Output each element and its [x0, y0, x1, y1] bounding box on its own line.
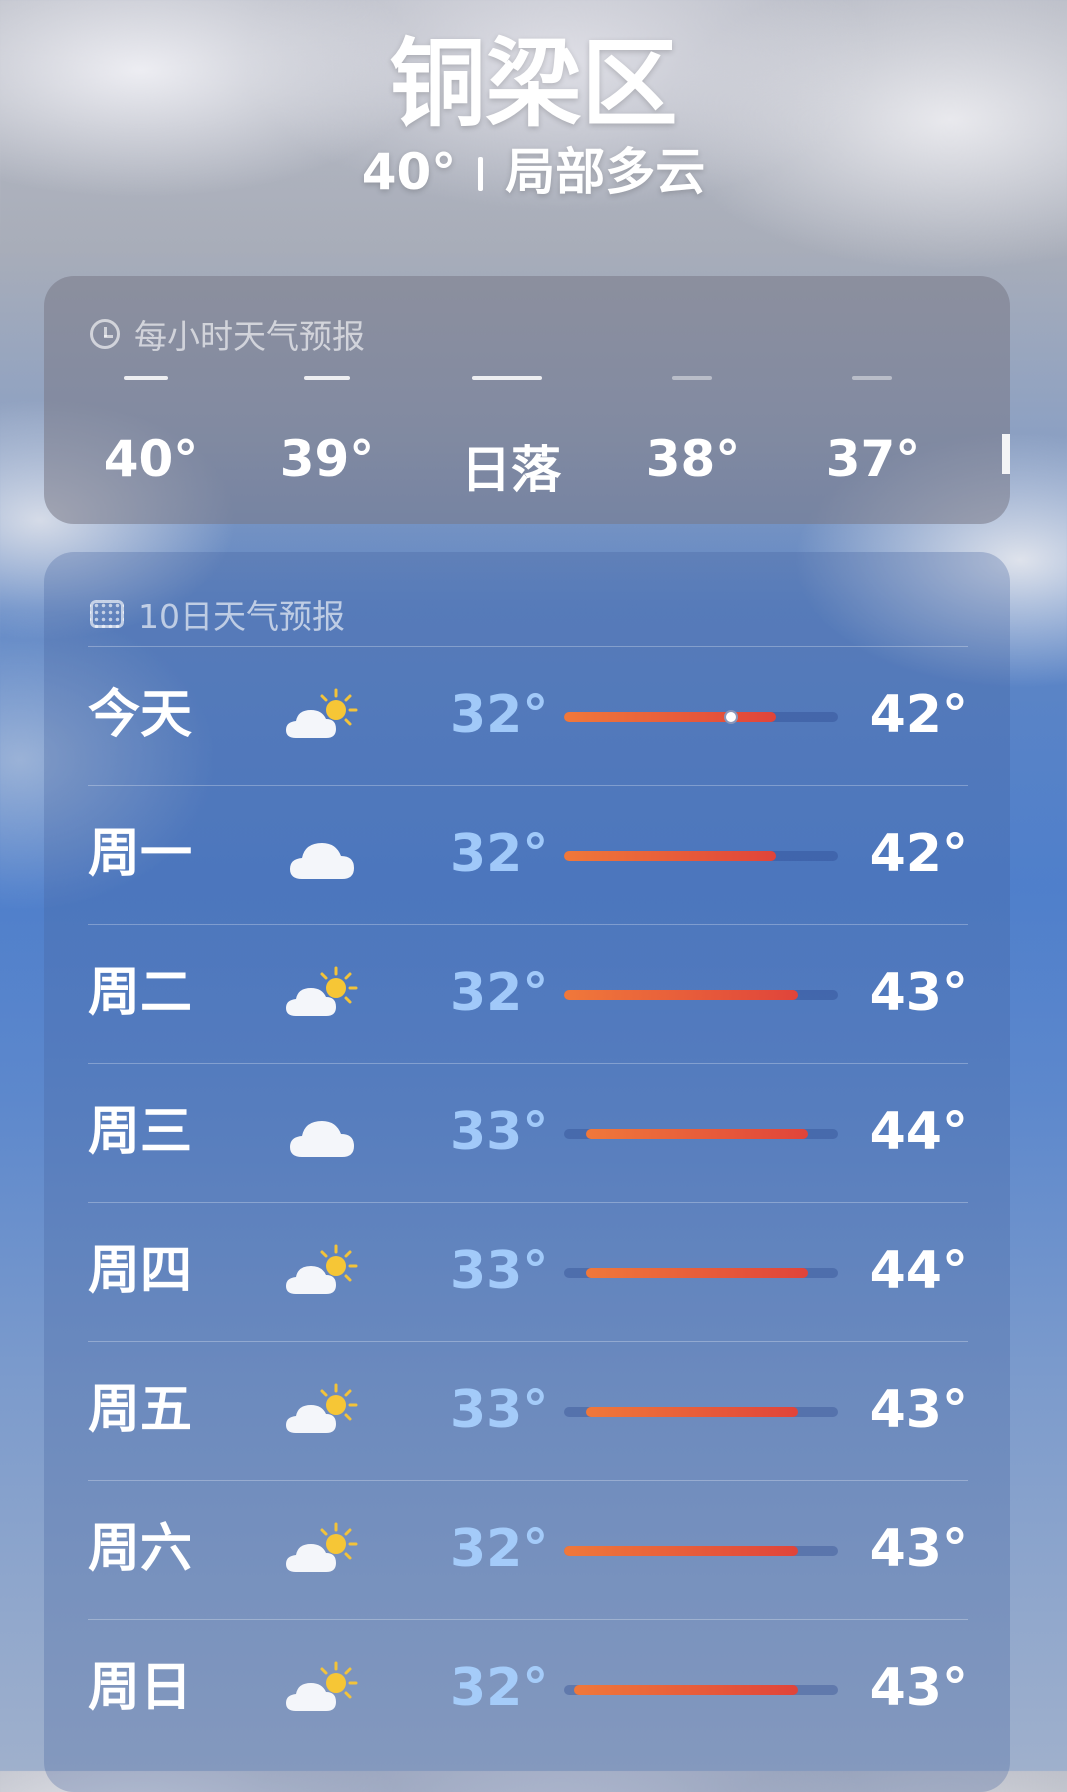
current-condition: 局部多云 — [505, 143, 706, 201]
row-divider — [88, 1341, 968, 1342]
high-temperature: 43° — [869, 1519, 968, 1579]
current-temperature-marker — [724, 710, 738, 724]
low-temperature: 32° — [450, 1519, 549, 1579]
day-row[interactable]: 周六 32° 43° — [88, 1480, 968, 1620]
partly-cloudy-icon — [284, 1242, 364, 1302]
hour-icon-partial — [304, 376, 350, 380]
hour-item-partial — [1002, 434, 1010, 474]
day-name: 周四 — [88, 1241, 193, 1301]
hour-icon-partial — [852, 376, 892, 380]
day-row[interactable]: 周四 33° 44° — [88, 1202, 968, 1342]
low-temperature: 33° — [450, 1241, 549, 1301]
day-name: 周一 — [88, 824, 193, 884]
row-divider — [88, 1063, 968, 1064]
temperature-range-bar — [564, 710, 838, 724]
high-temperature: 44° — [869, 1241, 968, 1301]
ten-day-forecast-header: 10日天气预报 — [90, 590, 345, 638]
low-temperature: 33° — [450, 1380, 549, 1440]
hourly-forecast-title: 每小时天气预报 — [134, 317, 365, 356]
temperature-range-fill — [586, 1268, 808, 1278]
day-name: 周二 — [88, 963, 193, 1023]
row-divider — [88, 785, 968, 786]
partly-cloudy-icon — [284, 1381, 364, 1441]
cloud-icon — [284, 825, 364, 885]
hour-label: 日落 — [461, 441, 561, 499]
row-divider — [88, 1619, 968, 1620]
hourly-forecast-card[interactable]: 每小时天气预报 40° 39° 日落 38° 37° — [44, 276, 1010, 524]
high-temperature: 43° — [869, 1658, 968, 1718]
hour-label: 37° — [825, 430, 921, 488]
temperature-range-bar — [564, 1407, 838, 1417]
clock-icon — [90, 319, 120, 349]
temperature-range-bar — [564, 1685, 838, 1695]
day-name: 周六 — [88, 1519, 193, 1579]
low-temperature: 32° — [450, 824, 549, 884]
high-temperature: 42° — [869, 685, 968, 745]
high-temperature: 44° — [869, 1102, 968, 1162]
low-temperature: 32° — [450, 963, 549, 1023]
day-row[interactable]: 周一 32° 42° — [88, 785, 968, 925]
hour-icon-partial — [672, 376, 712, 380]
partly-cloudy-icon — [284, 964, 364, 1024]
ten-day-forecast-title: 10日天气预报 — [138, 597, 345, 636]
temperature-range-fill — [564, 712, 776, 722]
location-header: 铜梁区 40° 局部多云 — [0, 28, 1067, 202]
temperature-range-fill — [586, 1129, 808, 1139]
row-divider — [88, 1480, 968, 1481]
hourly-forecast-header: 每小时天气预报 — [90, 310, 365, 358]
current-summary: 40° 局部多云 — [0, 142, 1067, 202]
temperature-range-fill — [586, 1407, 798, 1417]
high-temperature: 43° — [869, 1380, 968, 1440]
hour-label: 40° — [103, 430, 199, 488]
day-row[interactable]: 周日 32° 43° — [88, 1619, 968, 1759]
temperature-range-fill — [564, 851, 776, 861]
partly-cloudy-icon — [284, 1659, 364, 1719]
temperature-range-bar — [564, 990, 838, 1000]
separator — [478, 157, 484, 191]
city-name: 铜梁区 — [389, 28, 678, 140]
day-row[interactable]: 今天 32° 42° — [88, 646, 968, 786]
high-temperature: 43° — [869, 963, 968, 1023]
hour-label: 38° — [645, 430, 741, 488]
temperature-range-fill — [564, 990, 798, 1000]
row-divider — [88, 924, 968, 925]
row-divider — [88, 646, 968, 647]
temperature-range-bar — [564, 1268, 838, 1278]
hour-label: 39° — [279, 430, 375, 488]
day-name: 周五 — [88, 1380, 193, 1440]
day-name: 周三 — [88, 1102, 193, 1162]
day-name: 周日 — [88, 1658, 193, 1718]
low-temperature: 33° — [450, 1102, 549, 1162]
temperature-range-bar — [564, 1129, 838, 1139]
day-name: 今天 — [88, 685, 193, 745]
low-temperature: 32° — [450, 685, 549, 745]
temperature-range-fill — [574, 1685, 798, 1695]
temperature-range-fill — [564, 1546, 798, 1556]
row-divider — [88, 1202, 968, 1203]
temperature-range-bar — [564, 851, 838, 861]
hour-icon-partial — [472, 376, 542, 380]
current-temperature: 40° — [361, 143, 457, 201]
cloud-icon — [284, 1103, 364, 1163]
low-temperature: 32° — [450, 1658, 549, 1718]
partly-cloudy-icon — [284, 686, 364, 746]
ten-day-forecast-card[interactable]: 10日天气预报 今天 32° 42° 周一 32° 42° 周二 32° 43° 周三 33° 44°… — [44, 552, 1010, 1792]
day-row[interactable]: 周五 33° 43° — [88, 1341, 968, 1481]
temperature-range-bar — [564, 1546, 838, 1556]
day-row[interactable]: 周二 32° 43° — [88, 924, 968, 1064]
calendar-icon — [90, 600, 124, 628]
high-temperature: 42° — [869, 824, 968, 884]
partly-cloudy-icon — [284, 1520, 364, 1580]
day-row[interactable]: 周三 33° 44° — [88, 1063, 968, 1203]
hour-icon-partial — [124, 376, 168, 380]
